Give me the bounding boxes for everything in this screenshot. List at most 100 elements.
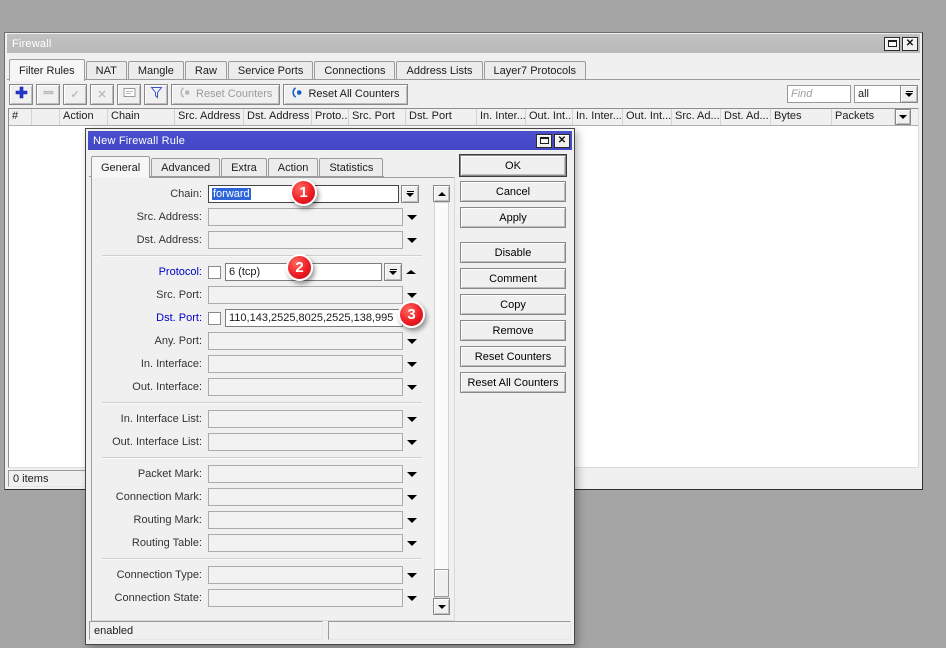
- disable-button[interactable]: Disable: [460, 242, 566, 263]
- column-header-in-inter[interactable]: In. Inter...: [477, 109, 526, 125]
- reset-counters-button[interactable]: Reset Counters: [460, 346, 566, 367]
- remove-button[interactable]: Remove: [460, 320, 566, 341]
- column-header-src-ad[interactable]: Src. Ad...: [672, 109, 721, 125]
- column-header-blank[interactable]: [32, 109, 60, 125]
- field-checkbox-dst-port[interactable]: [208, 312, 221, 325]
- close-button[interactable]: ✕: [902, 37, 918, 51]
- annotation-badge-2: 2: [286, 254, 313, 281]
- dialog-tab-extra[interactable]: Extra: [221, 158, 267, 177]
- dialog-tab-advanced[interactable]: Advanced: [151, 158, 220, 177]
- dialog-titlebar[interactable]: New Firewall Rule ✕: [88, 131, 572, 150]
- combo-arrow-button[interactable]: [401, 185, 419, 203]
- field-input-connection-type[interactable]: [208, 566, 403, 584]
- firewall-tab-address-lists[interactable]: Address Lists: [396, 61, 482, 80]
- column-sort-button[interactable]: [895, 109, 911, 125]
- scope-value[interactable]: all: [854, 85, 900, 103]
- dropdown-arrow-zone[interactable]: [403, 293, 420, 298]
- dropdown-arrow-zone[interactable]: [403, 238, 420, 243]
- dropdown-arrow-zone[interactable]: [403, 472, 420, 477]
- firewall-tab-connections[interactable]: Connections: [314, 61, 395, 80]
- find-input[interactable]: [787, 85, 851, 103]
- field-checkbox-protocol[interactable]: [208, 266, 221, 279]
- field-input-routing-mark[interactable]: [208, 511, 403, 529]
- field-input-routing-table[interactable]: [208, 534, 403, 552]
- field-input-connection-state[interactable]: [208, 589, 403, 607]
- firewall-tab-nat[interactable]: NAT: [86, 61, 127, 80]
- column-header-dst-port[interactable]: Dst. Port: [406, 109, 477, 125]
- comment-button[interactable]: Comment: [460, 268, 566, 289]
- column-header-chain[interactable]: Chain: [108, 109, 175, 125]
- field-label-in-interface: In. Interface:: [94, 358, 208, 370]
- field-input-dst-port[interactable]: 110,143,2525,8025,2525,138,995: [225, 309, 403, 327]
- dropdown-arrow-zone[interactable]: [403, 417, 420, 422]
- scroll-up-button[interactable]: [433, 185, 450, 202]
- field-input-src-port[interactable]: [208, 286, 403, 304]
- maximize-button[interactable]: [884, 37, 900, 51]
- firewall-tab-mangle[interactable]: Mangle: [128, 61, 184, 80]
- column-header-blank[interactable]: #: [9, 109, 32, 125]
- column-header-proto[interactable]: Proto...: [312, 109, 349, 125]
- filter-button[interactable]: [144, 84, 168, 105]
- field-row-any-port: Any. Port:: [94, 332, 424, 350]
- ok-button[interactable]: OK: [460, 155, 566, 176]
- column-header-action[interactable]: Action: [60, 109, 108, 125]
- column-header-src-port[interactable]: Src. Port: [349, 109, 406, 125]
- combo-arrow-button[interactable]: [384, 263, 402, 281]
- column-header-bytes[interactable]: Bytes: [771, 109, 832, 125]
- dropdown-arrow-zone[interactable]: [403, 339, 420, 344]
- firewall-tab-filter-rules[interactable]: Filter Rules: [9, 59, 85, 81]
- field-input-connection-mark[interactable]: [208, 488, 403, 506]
- field-control-in-interface: [208, 355, 420, 373]
- dropdown-arrow-zone[interactable]: [403, 215, 420, 220]
- dropdown-arrow-zone[interactable]: [403, 385, 420, 390]
- firewall-window-controls: ✕: [884, 37, 918, 51]
- dropdown-arrow-zone[interactable]: [403, 541, 420, 546]
- firewall-tab-raw[interactable]: Raw: [185, 61, 227, 80]
- maximize-button[interactable]: [536, 134, 552, 148]
- add-button[interactable]: [9, 84, 33, 105]
- reset-all-counters-button[interactable]: Reset All Counters: [283, 84, 407, 105]
- statusbar-extra-cell: [328, 621, 571, 640]
- field-input-out-interface-list[interactable]: [208, 433, 403, 451]
- scrollbar-thumb[interactable]: [434, 569, 449, 597]
- cancel-button[interactable]: Cancel: [460, 181, 566, 202]
- firewall-titlebar[interactable]: Firewall ✕: [7, 34, 920, 53]
- disable-button: ✕: [90, 84, 114, 105]
- dropdown-arrow-zone[interactable]: [403, 362, 420, 367]
- column-header-src-address[interactable]: Src. Address: [175, 109, 244, 125]
- scroll-down-button[interactable]: [433, 598, 450, 615]
- fields-scrollbar[interactable]: [433, 185, 450, 615]
- apply-button[interactable]: Apply: [460, 207, 566, 228]
- field-input-in-interface[interactable]: [208, 355, 403, 373]
- field-label-any-port: Any. Port:: [94, 335, 208, 347]
- firewall-tab-service-ports[interactable]: Service Ports: [228, 61, 313, 80]
- dropdown-arrow-zone[interactable]: [402, 270, 419, 274]
- column-header-in-inter[interactable]: In. Inter...: [573, 109, 623, 125]
- dialog-tab-general[interactable]: General: [91, 156, 150, 178]
- dropdown-arrow-zone[interactable]: [403, 440, 420, 445]
- column-header-dst-ad[interactable]: Dst. Ad...: [721, 109, 771, 125]
- dropdown-arrow-zone[interactable]: [403, 573, 420, 578]
- copy-button[interactable]: Copy: [460, 294, 566, 315]
- field-input-out-interface[interactable]: [208, 378, 403, 396]
- dropdown-arrow-zone[interactable]: [403, 518, 420, 523]
- field-input-packet-mark[interactable]: [208, 465, 403, 483]
- firewall-tab-layer7-protocols[interactable]: Layer7 Protocols: [484, 61, 587, 80]
- dialog-tab-action[interactable]: Action: [268, 158, 319, 177]
- column-header-out-int[interactable]: Out. Int...: [623, 109, 672, 125]
- dialog-tab-statistics[interactable]: Statistics: [319, 158, 383, 177]
- scrollbar-track[interactable]: [434, 202, 449, 598]
- column-header-dst-address[interactable]: Dst. Address: [244, 109, 312, 125]
- close-button[interactable]: ✕: [554, 134, 570, 148]
- scope-dropdown-button[interactable]: [900, 85, 918, 103]
- field-input-in-interface-list[interactable]: [208, 410, 403, 428]
- field-input-any-port[interactable]: [208, 332, 403, 350]
- field-input-src-address[interactable]: [208, 208, 403, 226]
- column-header-packets[interactable]: Packets: [832, 109, 895, 125]
- dropdown-arrow-zone[interactable]: [403, 495, 420, 500]
- maximize-icon: [540, 137, 549, 144]
- dropdown-arrow-zone[interactable]: [403, 596, 420, 601]
- field-input-dst-address[interactable]: [208, 231, 403, 249]
- column-header-out-int[interactable]: Out. Int...: [526, 109, 573, 125]
- reset-all-counters-button[interactable]: Reset All Counters: [460, 372, 566, 393]
